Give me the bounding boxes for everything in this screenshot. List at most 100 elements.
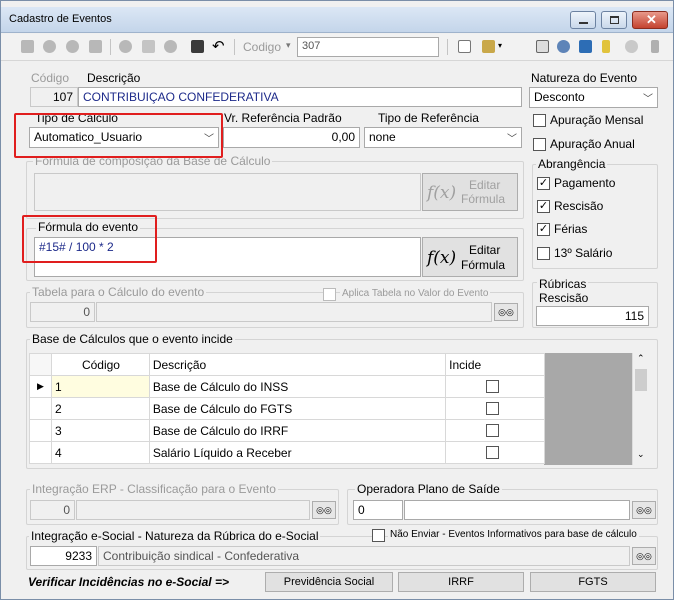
editar-formula-evento-button[interactable]: f(x) Editar Fórmula: [422, 237, 518, 277]
ferias-checkbox[interactable]: ✓: [537, 223, 550, 236]
table-row[interactable]: ▶ 1 Base de Cálculo do INSS: [29, 375, 545, 398]
window: Cadastro de Eventos ✕ ↶ Codigo ▾ 307 ▾ C…: [0, 0, 674, 600]
fgts-button[interactable]: FGTS: [530, 572, 656, 592]
first-record-icon[interactable]: [21, 40, 34, 53]
cell-descricao[interactable]: Base de Cálculo do IRRF: [148, 419, 447, 442]
aplica-tabela-checkbox[interactable]: [323, 288, 336, 301]
operadora-code-input[interactable]: 0: [353, 500, 403, 520]
natureza-value: Desconto: [534, 90, 585, 104]
verificar-incidencias-label: Verificar Incidências no e-Social =>: [28, 575, 229, 589]
abrangencia-label: Abrangência: [536, 157, 608, 171]
aplica-tabela-label: Aplica Tabela no Valor do Evento: [340, 288, 491, 299]
cell-incide[interactable]: [445, 441, 545, 464]
delete-icon[interactable]: [164, 40, 177, 53]
grid-icon[interactable]: [458, 40, 471, 53]
previous-record-icon[interactable]: [43, 40, 56, 53]
current-row-indicator-icon: ▶: [29, 375, 52, 398]
incide-checkbox[interactable]: [486, 380, 500, 393]
binoculars-icon[interactable]: ◎◎: [312, 501, 336, 519]
cell-codigo[interactable]: 2: [50, 397, 150, 420]
scroll-up-icon[interactable]: ⌃: [637, 353, 645, 364]
rubricas-label-2: Rescisão: [537, 291, 591, 305]
binoculars-icon[interactable]: ◎◎: [632, 547, 656, 565]
notes-icon[interactable]: [602, 40, 610, 53]
apuracao-anual-checkbox[interactable]: [533, 138, 546, 151]
refresh-icon[interactable]: [579, 40, 592, 53]
minimize-icon: [579, 22, 588, 24]
codigo-label: Código: [31, 71, 70, 85]
col-header-codigo[interactable]: Código: [50, 353, 150, 376]
minimize-button[interactable]: [570, 11, 596, 29]
list-icon[interactable]: [651, 40, 659, 53]
grid-empty-area: [544, 353, 632, 465]
report-dropdown-icon[interactable]: ▾: [498, 41, 502, 50]
maximize-icon: [610, 16, 619, 24]
toolbar-codigo-label: Codigo: [243, 40, 282, 54]
col-header-descricao[interactable]: Descrição: [148, 353, 447, 376]
scroll-down-icon[interactable]: ⌄: [637, 449, 645, 460]
tipo-referencia-label: Tipo de Referência: [378, 111, 479, 125]
previdencia-button[interactable]: Previdência Social: [265, 572, 393, 592]
grid-scrollbar[interactable]: ⌃ ⌄: [632, 353, 649, 465]
decimo-checkbox[interactable]: [537, 247, 550, 260]
calculator-icon[interactable]: [536, 40, 549, 53]
incide-checkbox[interactable]: [486, 446, 500, 459]
editar-formula-base-button[interactable]: f(x) Editar Fórmula: [422, 173, 518, 211]
cell-codigo[interactable]: 3: [50, 419, 150, 442]
undo-icon[interactable]: ↶: [212, 37, 225, 55]
cell-incide[interactable]: [445, 397, 545, 420]
editar-label: Editar: [469, 243, 501, 257]
integracao-erp-label: Integração ERP - Classificação para o Ev…: [30, 482, 278, 496]
tipo-referencia-select[interactable]: none ﹀: [364, 127, 522, 148]
col-header-incide[interactable]: Incide: [445, 353, 545, 376]
close-button[interactable]: ✕: [632, 11, 668, 29]
cell-codigo[interactable]: 4: [50, 441, 150, 464]
user-icon[interactable]: [625, 40, 638, 53]
binoculars-icon[interactable]: ◎◎: [632, 501, 656, 519]
row-header: [29, 441, 52, 464]
search-icon[interactable]: [557, 40, 570, 53]
apuracao-mensal-label: Apuração Mensal: [550, 113, 644, 127]
table-row[interactable]: 2 Base de Cálculo do FGTS: [29, 397, 545, 420]
table-row[interactable]: 4 Salário Líquido a Receber: [29, 441, 545, 464]
ferias-label: Férias: [554, 222, 588, 236]
toolbar-codigo-input[interactable]: 307: [297, 37, 439, 57]
apuracao-mensal-checkbox[interactable]: [533, 114, 546, 127]
save-icon[interactable]: [191, 40, 204, 53]
cell-incide[interactable]: [445, 419, 545, 442]
vr-referencia-input[interactable]: 0,00: [223, 127, 360, 148]
last-record-icon[interactable]: [89, 40, 102, 53]
close-icon: ✕: [646, 12, 657, 27]
edit-icon[interactable]: [142, 40, 155, 53]
scroll-thumb[interactable]: [635, 369, 647, 391]
add-icon[interactable]: [119, 40, 132, 53]
rescisao-checkbox[interactable]: ✓: [537, 200, 550, 213]
incide-checkbox[interactable]: [486, 424, 500, 437]
rubricas-label-1: Rúbricas: [537, 277, 589, 291]
pagamento-checkbox[interactable]: ✓: [537, 177, 550, 190]
incide-checkbox[interactable]: [486, 402, 500, 415]
nao-enviar-checkbox[interactable]: [372, 529, 385, 542]
maximize-button[interactable]: [601, 11, 627, 29]
esocial-code-input[interactable]: 9233: [30, 546, 97, 566]
chevron-down-icon: ▾: [286, 40, 291, 50]
cell-codigo[interactable]: 1: [50, 375, 150, 398]
next-record-icon[interactable]: [66, 40, 79, 53]
row-header-corner: [29, 353, 52, 376]
highlight-tipo-calculo: [14, 113, 223, 158]
descricao-input[interactable]: CONTRIBUIÇAO CONFEDERATIVA: [78, 87, 522, 107]
table-row[interactable]: 3 Base de Cálculo do IRRF: [29, 419, 545, 442]
cell-descricao[interactable]: Salário Líquido a Receber: [148, 441, 447, 464]
esocial-label: Integração e-Social - Natureza da Rúbric…: [29, 529, 321, 543]
rubricas-rescisao-input[interactable]: 115: [536, 306, 649, 326]
nao-enviar-label: Não Enviar - Eventos Informativos para b…: [388, 529, 639, 540]
highlight-formula-evento: [22, 215, 157, 263]
natureza-select[interactable]: Desconto ﹀: [529, 87, 658, 108]
irrf-button[interactable]: IRRF: [398, 572, 524, 592]
cell-descricao[interactable]: Base de Cálculo do INSS: [148, 375, 447, 398]
cell-incide[interactable]: [445, 375, 545, 398]
binoculars-icon[interactable]: ◎◎: [494, 303, 518, 321]
cell-descricao[interactable]: Base de Cálculo do FGTS: [148, 397, 447, 420]
report-icon[interactable]: [482, 40, 495, 53]
title-bar: Cadastro de Eventos ✕: [1, 7, 673, 33]
